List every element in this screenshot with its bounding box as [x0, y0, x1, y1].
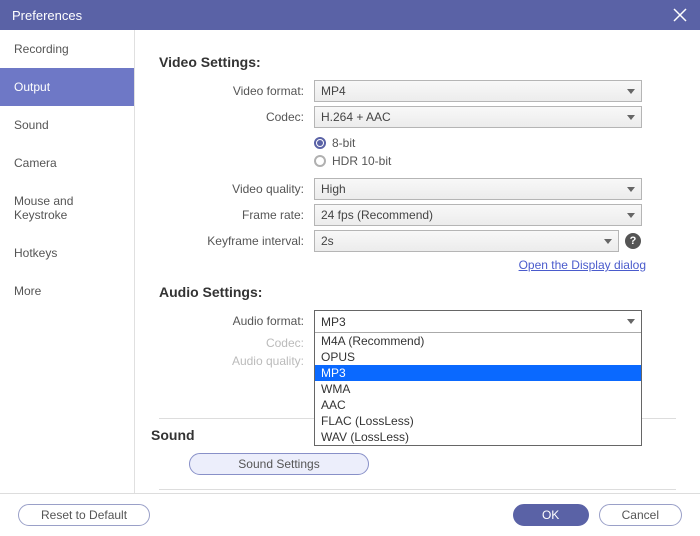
audio-format-option[interactable]: AAC [315, 397, 641, 413]
radio-dot-icon [314, 137, 326, 149]
footer: Reset to Default OK Cancel [0, 493, 700, 536]
chevron-down-icon [627, 187, 635, 192]
chevron-down-icon [627, 213, 635, 218]
audio-format-label: Audio format: [159, 314, 314, 328]
chevron-down-icon [627, 115, 635, 120]
sidebar-item-recording[interactable]: Recording [0, 30, 134, 68]
radio-8bit[interactable]: 8-bit [314, 136, 391, 150]
audio-format-select[interactable]: MP3 [315, 311, 641, 333]
ok-button[interactable]: OK [513, 504, 589, 526]
radio-hdr10bit[interactable]: HDR 10-bit [314, 154, 391, 168]
reset-to-default-button[interactable]: Reset to Default [18, 504, 150, 526]
content: Video Settings: Video format: MP4 Codec:… [135, 30, 700, 493]
sound-settings-button[interactable]: Sound Settings [189, 453, 369, 475]
cancel-button[interactable]: Cancel [599, 504, 682, 526]
video-codec-select[interactable]: H.264 + AAC [314, 106, 642, 128]
video-format-select[interactable]: MP4 [314, 80, 642, 102]
video-quality-label: Video quality: [159, 182, 314, 196]
keyframe-interval-select[interactable]: 2s [314, 230, 619, 252]
help-icon[interactable]: ? [625, 233, 641, 249]
sidebar-item-output[interactable]: Output [0, 68, 134, 106]
radio-8bit-label: 8-bit [332, 136, 355, 150]
audio-format-option[interactable]: WMA [315, 381, 641, 397]
divider [159, 489, 676, 490]
chevron-down-icon [627, 89, 635, 94]
video-format-label: Video format: [159, 84, 314, 98]
keyframe-interval-label: Keyframe interval: [159, 234, 314, 248]
audio-settings-title: Audio Settings: [159, 284, 676, 300]
main: Recording Output Sound Camera Mouse and … [0, 30, 700, 493]
titlebar: Preferences [0, 0, 700, 30]
video-quality-select[interactable]: High [314, 178, 642, 200]
audio-format-option[interactable]: M4A (Recommend) [315, 333, 641, 349]
frame-rate-select[interactable]: 24 fps (Recommend) [314, 204, 642, 226]
chevron-down-icon [627, 319, 635, 324]
bitdepth-radio-group: 8-bit HDR 10-bit [314, 132, 391, 174]
video-quality-value: High [321, 182, 346, 196]
sidebar-item-hotkeys[interactable]: Hotkeys [0, 234, 134, 272]
open-display-dialog-link[interactable]: Open the Display dialog [159, 258, 646, 272]
sidebar-item-mouse-keystroke[interactable]: Mouse and Keystroke [0, 182, 134, 234]
sidebar-item-sound[interactable]: Sound [0, 106, 134, 144]
audio-format-option[interactable]: MP3 [315, 365, 641, 381]
audio-format-option[interactable]: OPUS [315, 349, 641, 365]
chevron-down-icon [604, 239, 612, 244]
frame-rate-label: Frame rate: [159, 208, 314, 222]
close-icon[interactable] [672, 7, 688, 23]
radio-hdr10bit-label: HDR 10-bit [332, 154, 391, 168]
sidebar-item-camera[interactable]: Camera [0, 144, 134, 182]
video-format-value: MP4 [321, 84, 346, 98]
video-settings-title: Video Settings: [159, 54, 676, 70]
video-codec-value: H.264 + AAC [321, 110, 391, 124]
audio-format-dropdown[interactable]: MP3 M4A (Recommend) OPUS MP3 WMA AAC FLA… [314, 310, 642, 446]
audio-format-value: MP3 [321, 315, 346, 329]
sidebar: Recording Output Sound Camera Mouse and … [0, 30, 135, 493]
audio-codec-label: Codec: [159, 336, 314, 350]
keyframe-interval-value: 2s [321, 234, 334, 248]
audio-format-option[interactable]: WAV (LossLess) [315, 429, 641, 445]
audio-format-option[interactable]: FLAC (LossLess) [315, 413, 641, 429]
frame-rate-value: 24 fps (Recommend) [321, 208, 433, 222]
audio-quality-label: Audio quality: [159, 354, 314, 368]
window-title: Preferences [12, 8, 82, 23]
sidebar-item-more[interactable]: More [0, 272, 134, 310]
video-codec-label: Codec: [159, 110, 314, 124]
radio-dot-icon [314, 155, 326, 167]
